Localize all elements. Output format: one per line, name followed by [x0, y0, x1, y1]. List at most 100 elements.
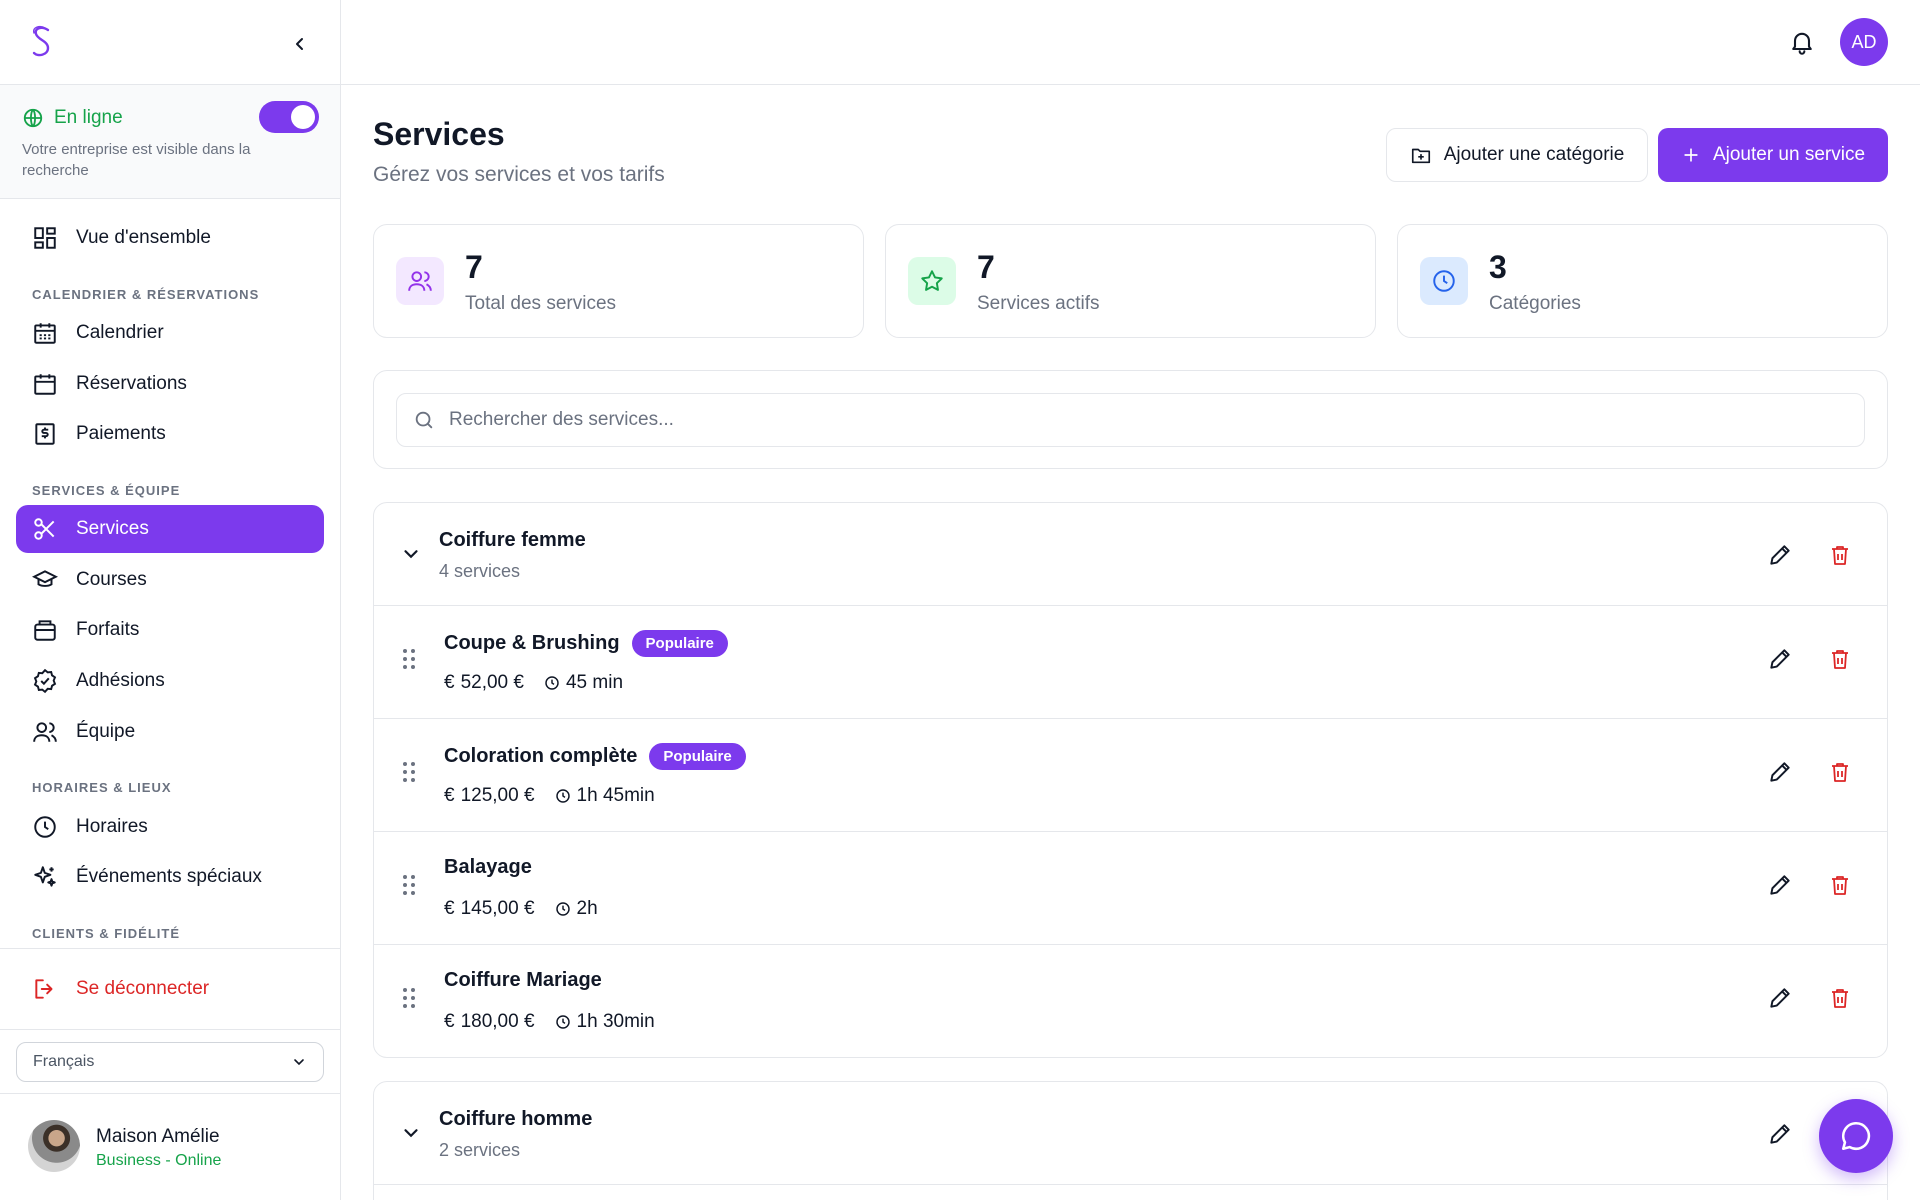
logout-button[interactable]: Se déconnecter [16, 965, 324, 1013]
sidebar-item-label: Événements spéciaux [76, 866, 262, 887]
sidebar-header [0, 0, 340, 85]
sidebar-item-memberships[interactable]: Adhésions [16, 657, 324, 705]
language-select[interactable]: Français [16, 1042, 324, 1082]
sidebar-item-label: Adhésions [76, 670, 165, 691]
category-name: Coiffure femme [439, 529, 586, 551]
logout-area: Se déconnecter [0, 948, 340, 1030]
bell-icon[interactable] [1788, 28, 1816, 56]
edit-icon[interactable] [1767, 759, 1793, 785]
sidebar: En ligne Votre entreprise est visible da… [0, 0, 341, 1200]
service-price: 125,00 € [460, 785, 535, 806]
service-name: Balayage [444, 856, 532, 878]
logout-label: Se déconnecter [76, 978, 210, 999]
sidebar-item-overview[interactable]: Vue d'ensemble [16, 214, 324, 262]
clock-icon [555, 1015, 570, 1029]
section-title-clients: CLIENTS & FIDÉLITÉ [32, 926, 180, 941]
online-toggle[interactable] [259, 101, 319, 133]
sidebar-item-courses[interactable]: Courses [16, 556, 324, 604]
trash-icon[interactable] [1828, 986, 1852, 1010]
drag-handle-icon[interactable] [402, 987, 416, 1009]
section-title-services: SERVICES & ÉQUIPE [32, 483, 181, 498]
sparkles-icon [34, 866, 56, 887]
page-title: Services [373, 116, 505, 152]
euro-icon: € [444, 672, 455, 693]
edit-icon[interactable] [1767, 872, 1793, 898]
business-avatar [28, 1120, 80, 1172]
sidebar-item-hours[interactable]: Horaires [16, 803, 324, 851]
sidebar-item-payments[interactable]: Paiements [16, 410, 324, 458]
folder-plus-icon [1411, 148, 1430, 164]
service-duration: 2h [576, 898, 598, 919]
clock-icon [555, 789, 570, 803]
sidebar-item-calendar[interactable]: Calendrier [16, 309, 324, 357]
edit-icon[interactable] [1767, 542, 1793, 568]
add-service-button[interactable]: Ajouter un service [1658, 128, 1888, 182]
globe-icon [23, 108, 43, 128]
sidebar-item-label: Calendrier [76, 322, 164, 343]
add-category-button[interactable]: Ajouter une catégorie [1386, 128, 1648, 182]
trash-icon[interactable] [1828, 543, 1852, 567]
app-logo[interactable] [28, 24, 56, 60]
sidebar-item-label: Vue d'ensemble [76, 227, 211, 248]
trash-icon[interactable] [1828, 873, 1852, 897]
category-header[interactable]: Coiffure homme 2 services [374, 1082, 1887, 1185]
search-placeholder: Rechercher des services... [449, 409, 674, 430]
service-price: 52,00 € [460, 672, 524, 693]
euro-icon: € [444, 785, 455, 806]
edit-icon[interactable] [1767, 985, 1793, 1011]
sidebar-item-reservations[interactable]: Réservations [16, 360, 324, 408]
chevron-down-icon[interactable] [400, 1122, 422, 1144]
chat-bubble-icon [1841, 1121, 1871, 1151]
user-avatar[interactable]: AD [1840, 18, 1888, 66]
chevron-down-icon[interactable] [400, 543, 422, 565]
language-value: Français [33, 1053, 95, 1070]
chat-button[interactable] [1819, 1099, 1893, 1173]
clock-icon [1420, 257, 1468, 305]
service-price: 180,00 € [460, 1011, 535, 1032]
euro-icon: € [444, 1011, 455, 1032]
sidebar-item-team[interactable]: Équipe [16, 708, 324, 756]
category-card: Coiffure femme 4 services Coupe & Brushi… [373, 502, 1888, 1058]
sidebar-item-services[interactable]: Services [16, 505, 324, 553]
stat-label: Catégories [1489, 293, 1581, 314]
category-header[interactable]: Coiffure femme 4 services [374, 503, 1887, 606]
sidebar-item-label: Paiements [76, 423, 166, 444]
service-row: Coupe & Brushing Populaire €52,00 € 45 m… [374, 606, 1887, 719]
service-name: Coiffure Mariage [444, 969, 602, 991]
trash-icon[interactable] [1828, 760, 1852, 784]
business-name: Maison Amélie [96, 1126, 220, 1147]
business-plan: Business - Online [96, 1152, 222, 1169]
euro-icon: € [444, 898, 455, 919]
drag-handle-icon[interactable] [402, 874, 416, 896]
stat-card-total: 7 Total des services [373, 224, 864, 338]
drag-handle-icon[interactable] [402, 648, 416, 670]
clock-icon [555, 902, 570, 916]
drag-handle-icon[interactable] [402, 761, 416, 783]
sidebar-item-packages[interactable]: Forfaits [16, 606, 324, 654]
sidebar-item-label: Horaires [76, 816, 148, 837]
service-name: Coupe & Brushing [444, 632, 620, 654]
sidebar-item-label: Équipe [76, 721, 136, 742]
graduation-cap-icon [32, 570, 58, 587]
user-profile[interactable]: Maison Amélie Business - Online [0, 1093, 340, 1200]
scissors-icon [34, 518, 55, 540]
plus-icon [1684, 148, 1698, 162]
stat-label: Services actifs [977, 293, 1100, 314]
service-name: Coloration complète [444, 745, 638, 767]
popular-badge: Populaire [631, 630, 728, 657]
section-title-hours: HORAIRES & LIEUX [32, 780, 172, 795]
trash-icon[interactable] [1828, 647, 1852, 671]
stat-card-active: 7 Services actifs [885, 224, 1376, 338]
clock-icon [545, 676, 559, 690]
stat-value: 7 [977, 249, 995, 285]
sidebar-item-special-events[interactable]: Événements spéciaux [16, 853, 324, 901]
collapse-sidebar-icon[interactable] [288, 32, 312, 56]
search-icon [415, 411, 433, 429]
category-card: Coiffure homme 2 services [373, 1081, 1888, 1200]
edit-icon[interactable] [1767, 646, 1793, 672]
top-bar [341, 0, 1920, 85]
search-input[interactable]: Rechercher des services... [396, 393, 1865, 447]
users-icon [396, 257, 444, 305]
service-duration: 1h 30min [576, 1011, 655, 1032]
edit-icon[interactable] [1767, 1121, 1793, 1147]
